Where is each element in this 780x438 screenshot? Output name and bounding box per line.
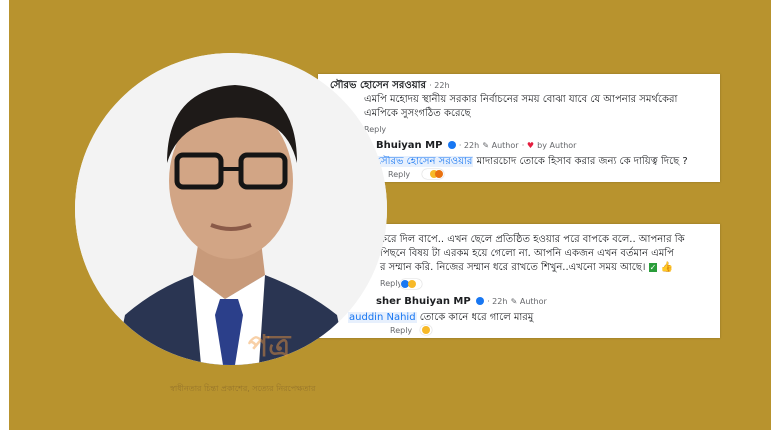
verified-badge-icon xyxy=(447,141,456,149)
reply-button[interactable]: Reply xyxy=(388,170,410,179)
mention-link[interactable]: সৌরভ হোসেন সরওয়ার xyxy=(376,156,474,167)
reply-text-2: auddin Nahid তোকে কানে ধরে গালে মারমু xyxy=(348,312,534,323)
haha-reaction-icon xyxy=(422,326,430,334)
portrait-photo xyxy=(75,53,387,365)
watermark-tagline: স্বাধীনতার চিন্তা প্রকাশের, সত্যের নিরপে… xyxy=(170,384,316,393)
reply-button[interactable]: Reply xyxy=(390,326,412,335)
reply-text-1: সৌরভ হোসেন সরওয়ার মাদারচোদ তোকে হিসাব ক… xyxy=(376,156,688,167)
reply-author[interactable]: sher Bhuiyan MP xyxy=(376,296,471,307)
reply-button[interactable]: Reply xyxy=(380,279,402,288)
liked-by: Author xyxy=(549,141,577,150)
haha-reaction-icon xyxy=(408,280,416,288)
comment-text-line-3: র সম্মান করি. নিজের সম্মান ধরে রাখতে শিখ… xyxy=(380,262,673,273)
reply-header-2: sher Bhuiyan MP · 22h ✎ Author xyxy=(376,296,547,307)
reply-author[interactable]: Bhuiyan MP xyxy=(376,140,442,151)
reaction-counter[interactable] xyxy=(420,325,432,335)
author-tag: Author xyxy=(491,141,519,150)
pencil-icon: ✎ xyxy=(510,297,520,306)
mention-link[interactable]: auddin Nahid xyxy=(348,312,417,323)
reaction-counter[interactable] xyxy=(400,279,422,289)
pencil-icon: ✎ xyxy=(482,141,492,150)
check-emoji-icon: ✓ xyxy=(648,263,658,272)
author-tag: Author xyxy=(519,297,547,306)
comment-time[interactable]: 22h xyxy=(434,81,449,90)
heart-icon: ♥ xyxy=(526,141,534,150)
comment-author[interactable]: সৌরভ হোসেন সরওয়ার xyxy=(330,80,426,91)
thumbs-up-emoji-icon: 👍 xyxy=(660,262,673,273)
comment-text-line-2: এমপিকে সুসংগঠিত করেছে xyxy=(364,108,471,119)
watermark-logo: পত্র xyxy=(248,329,291,364)
reaction-counter[interactable] xyxy=(422,169,444,179)
angry-reaction-icon xyxy=(435,170,443,178)
verified-badge-icon xyxy=(475,297,484,305)
reply-time[interactable]: 22h xyxy=(464,141,479,150)
man-portrait-icon xyxy=(75,53,387,365)
reply-header-1: Bhuiyan MP · 22h ✎ Author · ♥ by Author xyxy=(376,140,577,151)
reply-time[interactable]: 22h xyxy=(492,297,507,306)
